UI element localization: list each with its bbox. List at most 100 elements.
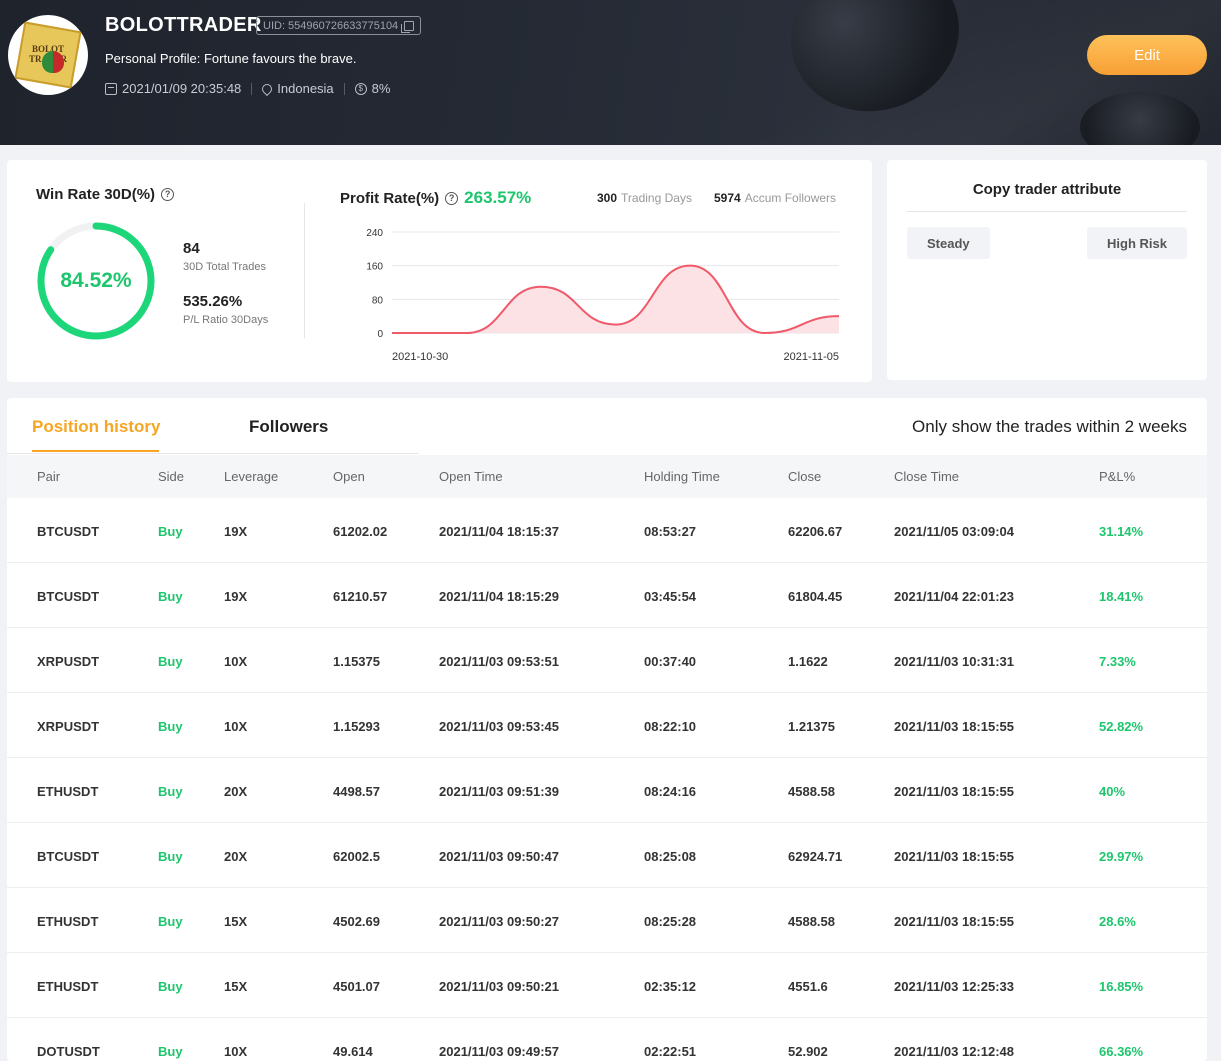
cell-pair: ETHUSDT <box>37 979 99 994</box>
cell-leverage: 19X <box>224 524 248 539</box>
cell-pair: BTCUSDT <box>37 589 100 604</box>
cell-open: 1.15375 <box>333 654 380 669</box>
cell-holding-time: 03:45:54 <box>644 589 697 604</box>
cell-close: 62206.67 <box>788 524 843 539</box>
col-close: Close <box>788 469 822 484</box>
cell-close: 4551.6 <box>788 979 828 994</box>
cell-side: Buy <box>158 654 183 669</box>
cell-open: 62002.5 <box>333 849 380 864</box>
personal-profile: Personal Profile: Fortune favours the br… <box>105 51 357 66</box>
attribute-tag-steady: Steady <box>907 227 990 259</box>
help-icon[interactable]: ? <box>445 191 459 205</box>
help-icon[interactable]: ? <box>161 188 175 201</box>
attribute-tag-high-risk: High Risk <box>1087 227 1187 259</box>
win-rate-value: 84.52% <box>60 269 132 292</box>
edit-button[interactable]: Edit <box>1087 35 1207 75</box>
coin-icon: $ <box>354 82 367 95</box>
location-pin-icon <box>260 81 275 96</box>
cell-open: 61210.57 <box>333 589 388 604</box>
total-trades: 84 30D Total Trades <box>183 240 266 273</box>
cell-pl: 7.33% <box>1099 654 1136 669</box>
cell-leverage: 15X <box>224 914 248 929</box>
avatar: BOLOTTRADER <box>8 15 88 95</box>
trader-attribute-card: Copy trader attribute Steady High Risk <box>887 160 1207 380</box>
cell-pair: BTCUSDT <box>37 524 100 539</box>
cell-side: Buy <box>158 1044 183 1059</box>
cell-leverage: 10X <box>224 1044 248 1059</box>
profit-share-text: 8% <box>371 81 391 96</box>
cell-pl: 31.14% <box>1099 524 1144 539</box>
cell-side: Buy <box>158 719 183 734</box>
uid-badge[interactable]: UID: 554960726633775104 <box>256 16 422 35</box>
cell-side: Buy <box>158 849 183 864</box>
col-side: Side <box>158 469 185 484</box>
cell-open: 4502.69 <box>333 914 380 929</box>
cell-pl: 66.36% <box>1099 1044 1144 1059</box>
cell-holding-time: 08:25:08 <box>644 849 697 864</box>
cell-holding-time: 08:22:10 <box>644 719 697 734</box>
cell-open-time: 2021/11/03 09:49:57 <box>439 1044 559 1059</box>
cell-pl: 16.85% <box>1099 979 1144 994</box>
x-tick-label: 2021-11-05 <box>784 351 839 363</box>
table-row: BTCUSDT Buy 19X 61202.02 2021/11/04 18:15:37… <box>7 498 1207 563</box>
calendar-icon <box>105 82 117 95</box>
cell-open-time: 2021/11/03 09:50:27 <box>439 914 559 929</box>
cell-leverage: 20X <box>224 784 248 799</box>
join-date: 2021/01/09 20:35:48 <box>105 81 241 96</box>
x-tick-label: 2021-10-30 <box>392 351 448 363</box>
profit-share: $ 8% <box>354 81 391 96</box>
uid-text: UID: 554960726633775104 <box>263 19 399 32</box>
tab-position-history[interactable]: Position history <box>32 417 160 437</box>
cell-pair: XRPUSDT <box>37 654 100 669</box>
table-row: ETHUSDT Buy 15X 4502.69 2021/11/03 09:50:27 0… <box>7 888 1207 953</box>
jester-mask-icon <box>42 51 64 73</box>
cell-leverage: 10X <box>224 654 248 669</box>
cell-side: Buy <box>158 914 183 929</box>
cell-close: 4588.58 <box>788 784 835 799</box>
cell-open: 49.614 <box>333 1044 373 1059</box>
cell-close-time: 2021/11/03 12:12:48 <box>894 1044 1014 1059</box>
history-section: Position history Followers Only show the… <box>7 398 1207 1061</box>
profile-meta: 2021/01/09 20:35:48 Indonesia $ 8% <box>105 81 390 96</box>
col-pair: Pair <box>37 469 61 484</box>
join-date-text: 2021/01/09 20:35:48 <box>122 81 242 96</box>
cell-open: 4501.07 <box>333 979 380 994</box>
cell-leverage: 19X <box>224 589 248 604</box>
attribute-title: Copy trader attribute <box>972 181 1122 198</box>
divider <box>907 211 1187 212</box>
cell-pl: 28.6% <box>1099 914 1136 929</box>
cell-close: 52.902 <box>788 1044 828 1059</box>
tab-followers[interactable]: Followers <box>249 417 328 437</box>
cell-holding-time: 02:22:51 <box>644 1044 697 1059</box>
cell-leverage: 15X <box>224 979 248 994</box>
col-leverage: Leverage <box>224 469 279 484</box>
copy-icon[interactable] <box>401 20 415 33</box>
profit-rate-chart: 0 80 160 240 2021-10-30 2021-11-05 <box>366 228 840 363</box>
total-trades-value: 84 <box>183 240 200 257</box>
table-row: BTCUSDT Buy 20X 62002.5 2021/11/03 09:50:47 0… <box>7 823 1207 888</box>
profile-header: BOLOTTRADER BOLOTTRADER UID: 55496072663… <box>0 0 1221 145</box>
col-open: Open <box>333 469 365 484</box>
cell-pair: ETHUSDT <box>37 914 99 929</box>
table-row: DOTUSDT Buy 10X 49.614 2021/11/03 09:49:57 02… <box>7 1018 1207 1061</box>
two-week-note: Only show the trades within 2 weeks <box>912 417 1187 436</box>
cell-side: Buy <box>158 589 183 604</box>
cell-open-time: 2021/11/04 18:15:29 <box>439 589 559 604</box>
cell-leverage: 10X <box>224 719 248 734</box>
cell-open-time: 2021/11/04 18:15:37 <box>439 524 559 539</box>
cell-open: 1.15293 <box>333 719 380 734</box>
cell-side: Buy <box>158 784 183 799</box>
cell-holding-time: 08:25:28 <box>644 914 697 929</box>
cell-leverage: 20X <box>224 849 248 864</box>
cell-holding-time: 08:24:16 <box>644 784 697 799</box>
cell-side: Buy <box>158 979 183 994</box>
cell-open-time: 2021/11/03 09:53:45 <box>439 719 559 734</box>
table-row: ETHUSDT Buy 20X 4498.57 2021/11/03 09:51:39 0… <box>7 758 1207 823</box>
cell-close-time: 2021/11/05 03:09:04 <box>894 524 1014 539</box>
cell-close-time: 2021/11/03 12:25:33 <box>894 979 1014 994</box>
trading-days-value: 300 <box>597 191 618 205</box>
location: Indonesia <box>260 81 334 96</box>
cell-close-time: 2021/11/03 18:15:55 <box>894 784 1014 799</box>
cell-close-time: 2021/11/03 10:31:31 <box>894 654 1014 669</box>
win-rate-title-text: Win Rate 30D(%) <box>36 186 156 203</box>
